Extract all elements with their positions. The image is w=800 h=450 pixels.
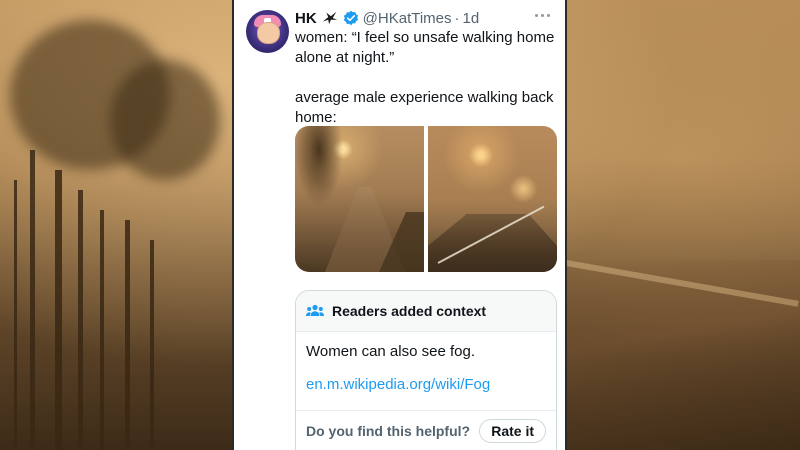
community-note-link[interactable]: en.m.wikipedia.org/wiki/Fog xyxy=(306,376,490,393)
helpful-prompt: Do you find this helpful? xyxy=(306,423,471,439)
background-tree xyxy=(55,170,62,450)
photo-road xyxy=(428,214,557,272)
avatar-face xyxy=(257,22,280,44)
tweet-card[interactable]: HK @HKatTimes · 1d women: “I feel so uns… xyxy=(232,0,567,450)
tweet-header: HK @HKatTimes · 1d xyxy=(295,8,479,28)
background-tree xyxy=(150,240,154,450)
community-note-header: Readers added context xyxy=(296,291,556,332)
community-note-title: Readers added context xyxy=(332,303,487,319)
background-road xyxy=(560,260,800,450)
user-avatar[interactable] xyxy=(246,10,289,53)
bird-emblem-icon xyxy=(321,9,339,27)
background-tree xyxy=(100,210,104,450)
background-tree xyxy=(14,180,17,450)
community-note-body: Women can also see fog. xyxy=(306,343,475,360)
community-note: Readers added context Women can also see… xyxy=(295,290,557,450)
community-note-footer: Do you find this helpful? Rate it xyxy=(296,410,556,450)
post-time[interactable]: 1d xyxy=(463,10,480,27)
more-options-icon[interactable] xyxy=(535,12,551,20)
photo-trees xyxy=(295,126,343,206)
people-icon xyxy=(306,304,324,318)
rate-it-button[interactable]: Rate it xyxy=(479,419,546,443)
background-tree xyxy=(78,190,83,450)
tweet-media[interactable] xyxy=(295,126,557,272)
background-foliage xyxy=(110,60,220,180)
verified-badge-icon[interactable] xyxy=(343,10,359,26)
media-photo-foggy-road[interactable] xyxy=(428,126,557,272)
tweet-text: women: “I feel so unsafe walking home al… xyxy=(295,29,555,126)
background-tree xyxy=(30,150,35,450)
separator-dot: · xyxy=(454,9,460,27)
user-handle[interactable]: @HKatTimes xyxy=(363,10,452,27)
background-tree xyxy=(125,220,130,450)
media-photo-foggy-path[interactable] xyxy=(295,126,424,272)
display-name[interactable]: HK xyxy=(295,10,317,27)
